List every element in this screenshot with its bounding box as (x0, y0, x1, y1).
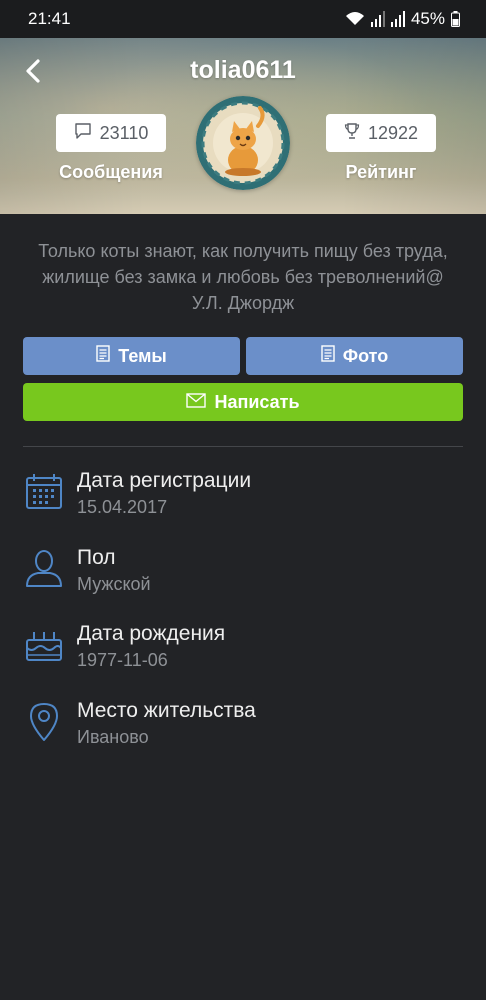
info-value: 15.04.2017 (77, 497, 168, 517)
trophy-icon (344, 122, 360, 145)
cake-icon (24, 624, 64, 664)
messages-label: Сообщения (59, 162, 163, 182)
avatar[interactable] (196, 96, 290, 190)
photos-button[interactable]: Фото (246, 337, 463, 375)
profile-bio: Только коты знают, как получить пищу без… (38, 241, 448, 313)
rating-box[interactable]: 12922 (326, 114, 436, 152)
wifi-icon (345, 11, 365, 27)
info-title: Дата рождения (77, 622, 226, 645)
location-pin-icon (24, 701, 64, 741)
person-icon (24, 548, 64, 588)
write-message-button[interactable]: Написать (23, 383, 463, 421)
info-title: Пол (77, 546, 116, 569)
info-location: Место жительства Иваново (0, 699, 486, 759)
envelope-icon (186, 392, 207, 413)
topics-button[interactable]: Темы (23, 337, 240, 375)
messages-count-box[interactable]: 23110 (56, 114, 166, 152)
document-icon (321, 345, 335, 367)
battery-icon (451, 11, 460, 27)
signal-icon (390, 11, 405, 27)
signal-icon (370, 11, 385, 27)
write-button-label: Написать (214, 391, 300, 412)
profile-header: tolia0611 23110 Сообщения 12922 Рейтинг (0, 38, 486, 214)
messages-count: 23110 (99, 122, 149, 143)
rating-label: Рейтинг (345, 162, 417, 182)
calendar-icon (24, 471, 64, 511)
status-icons: 45% (345, 9, 460, 29)
info-title: Дата регистрации (77, 469, 252, 492)
info-gender: Пол Мужской (0, 546, 486, 606)
info-birth-date: Дата рождения 1977-11-06 (0, 622, 486, 682)
message-bubble-icon (74, 122, 92, 145)
info-value: Мужской (77, 574, 151, 594)
topics-button-label: Темы (118, 345, 167, 366)
rating-count: 12922 (367, 122, 419, 143)
photos-button-label: Фото (342, 345, 389, 366)
info-title: Место жительства (77, 699, 256, 722)
document-icon (96, 345, 110, 367)
info-registration-date: Дата регистрации 15.04.2017 (0, 469, 486, 529)
profile-username: tolia0611 (190, 56, 296, 84)
info-value: Иваново (77, 727, 149, 747)
status-bar: 21:41 45% (0, 0, 486, 38)
battery-percent: 45% (410, 9, 445, 28)
info-value: 1977-11-06 (77, 650, 168, 670)
status-time: 21:41 (28, 9, 71, 28)
divider (23, 446, 463, 447)
